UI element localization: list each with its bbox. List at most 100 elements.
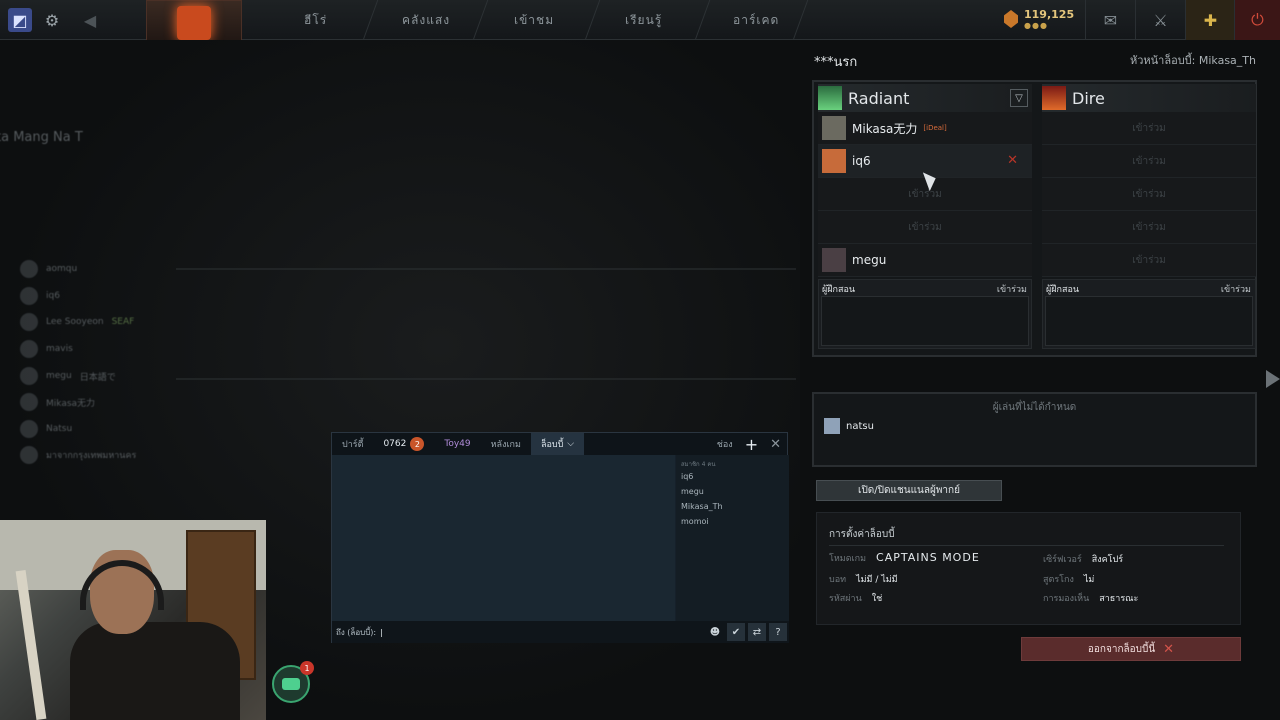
chat-input[interactable]: ถึง (ล็อบบี้): | ☻ ✔ ⇄ ? [332,621,789,643]
check-icon[interactable]: ✔ [727,623,745,641]
friend-row: megu 日本語で [20,365,116,387]
settings-gear-icon[interactable]: ⚙ [40,8,64,32]
nav-armory[interactable]: คลังแสง [402,11,450,30]
steam-overlay-icon[interactable]: ◩ [8,8,32,32]
unread-count-badge: 2 [410,437,425,451]
close-icon: ✕ [1163,641,1175,657]
join-slot-label: เข้าร่วม [1132,188,1166,200]
team-name: Radiant [848,88,910,108]
nav-separator [792,0,809,40]
chat-messages[interactable] [332,455,675,621]
kick-player-icon[interactable]: ✕ [1007,153,1018,168]
player-slot-empty[interactable]: เข้าร่วม [1042,145,1256,178]
bg-divider [176,378,796,380]
mail-icon[interactable]: ✉ [1085,0,1135,40]
notification-badge: 1 [300,661,314,675]
shards-icon [1004,10,1018,28]
player-name: megu [852,253,887,267]
setting-game-mode: โหมดเกม CAPTAINS MODE [829,551,980,564]
teams-panel: Radiant ▽ Mikasa无力 [iDeal] iq6 ✕ เข้าร่ว… [812,80,1257,357]
friend-row: Mikasa无力 [20,391,95,413]
nav-watch[interactable]: เข้าชม [514,11,554,30]
coach-slot[interactable]: ผู้ฝึกสอน เข้าร่วม [818,279,1032,349]
expand-arrow-icon[interactable] [1266,370,1280,388]
popout-icon[interactable]: ⇄ [748,623,766,641]
chat-tab-lobby[interactable]: ล็อบบี้ ⌵ [530,433,585,455]
toggle-caster-channel-button[interactable]: เปิด/ปิดแชนแนลผู้พากย์ [816,480,1002,501]
shards-count: 119,125 [1024,8,1075,21]
chat-member[interactable]: Mikasa_Th [681,502,784,517]
coach-slot[interactable]: ผู้ฝึกสอน เข้าร่วม [1042,279,1256,349]
player-slot-empty[interactable]: เข้าร่วม [1042,244,1256,277]
join-slot-label: เข้าร่วม [1132,155,1166,167]
player-name: Mikasa无力 [852,121,918,136]
chat-tab-toy49[interactable]: Toy49 [434,433,480,455]
chat-tab-0762[interactable]: 0762 2 [373,433,434,455]
unassigned-players: ผู้เล่นที่ไม่ได้กำหนด natsu [812,392,1257,467]
avatar [824,418,840,434]
player-slot-empty[interactable]: เข้าร่วม [1042,112,1256,145]
friend-row: มาจากกรุงเทพมหานคร [20,444,136,466]
setting-password: รหัสผ่าน ใช่ [829,594,883,604]
radiant-flag-icon [818,86,842,110]
close-chat-icon[interactable]: ✕ [770,437,781,452]
nav-separator [584,0,601,40]
coach-join-button[interactable]: เข้าร่วม [997,282,1027,296]
chat-member[interactable]: momoi [681,517,784,532]
back-arrow-icon[interactable]: ◀ [78,8,102,32]
streamer-webcam [0,520,266,720]
player-slot-empty[interactable]: เข้าร่วม [1042,211,1256,244]
leave-lobby-button[interactable]: ออกจากล็อบบี้นี้ ✕ [1021,637,1241,661]
player-team-tag: [iDeal] [923,124,947,132]
setting-visibility: การมองเห็น สาธารณะ [1043,594,1139,604]
help-icon[interactable]: ? [769,623,787,641]
unassigned-player[interactable]: natsu [824,418,874,434]
nav-heroes[interactable]: ฮีโร่ [304,11,327,30]
nav-separator [362,0,379,40]
join-slot-label: เข้าร่วม [908,188,942,200]
text-caret: | [380,627,383,637]
power-icon[interactable]: ⏻ [1234,0,1280,40]
player-slot-empty[interactable]: เข้าร่วม [818,211,1032,244]
player-slot-empty[interactable]: เข้าร่วม [818,178,1032,211]
social-chat-button[interactable]: 1 [272,661,314,703]
chat-window: ปาร์ตี้ 0762 2 Toy49 หลังเกม ล็อบบี้ ⌵ ช่อ… [331,432,789,643]
friend-row: Natsu [20,418,72,440]
coach-label: ผู้ฝึกสอน [1046,285,1080,295]
armory-sword-icon[interactable]: ⚔ [1135,0,1185,40]
join-slot-label: เข้าร่วม [908,221,942,233]
chevron-down-icon[interactable]: ▽ [1010,89,1028,107]
team-header: Dire [1042,84,1256,112]
friend-row: iq6 [20,285,60,307]
chat-member[interactable]: iq6 [681,472,784,487]
setting-server: เซิร์ฟเวอร์ สิงคโปร์ [1043,555,1124,565]
player-slot[interactable]: Mikasa无力 [iDeal] [818,112,1032,145]
dota-plus-icon[interactable]: ✚ [1185,0,1235,40]
channel-label[interactable]: ช่อง [717,437,733,451]
setting-bots: บอท ไม่มี / ไม่มี [829,575,898,585]
shards-dots: ●●● [1024,21,1048,30]
player-slot-empty[interactable]: เข้าร่วม [1042,178,1256,211]
coach-label: ผู้ฝึกสอน [822,285,856,295]
bg-divider [176,268,796,270]
avatar [822,149,846,173]
player-slot[interactable]: megu [818,244,1032,277]
friend-row: mavis [20,338,73,360]
lobby-leader: หัวหน้าล็อบบี้: Mikasa_Th [1129,54,1256,67]
shards-display[interactable]: 119,125 ●●● [1004,8,1074,30]
friends-icon [282,678,300,690]
add-channel-icon[interactable]: + [745,435,758,454]
top-bar: ◩ ⚙ ◀ ฮีโร่ คลังแสง เข้าชม เรียนรู้ อาร์… [0,0,1280,46]
team-name: Dire [1072,88,1105,108]
chevron-down-icon: ⌵ [567,439,575,449]
team-radiant: Radiant ▽ Mikasa无力 [iDeal] iq6 ✕ เข้าร่ว… [818,84,1032,349]
chat-tab-party[interactable]: ปาร์ตี้ [332,433,373,455]
coach-join-button[interactable]: เข้าร่วม [1221,282,1251,296]
nav-learn[interactable]: เรียนรู้ [625,11,662,30]
chat-tab-postgame[interactable]: หลังเกม [481,433,531,455]
chat-member[interactable]: megu [681,487,784,502]
chat-input-prefix: ถึง (ล็อบบี้): [336,627,377,637]
emoticon-icon[interactable]: ☻ [706,623,724,641]
nav-arcade[interactable]: อาร์เคด [733,11,779,30]
friend-row: aomqu [20,258,77,280]
